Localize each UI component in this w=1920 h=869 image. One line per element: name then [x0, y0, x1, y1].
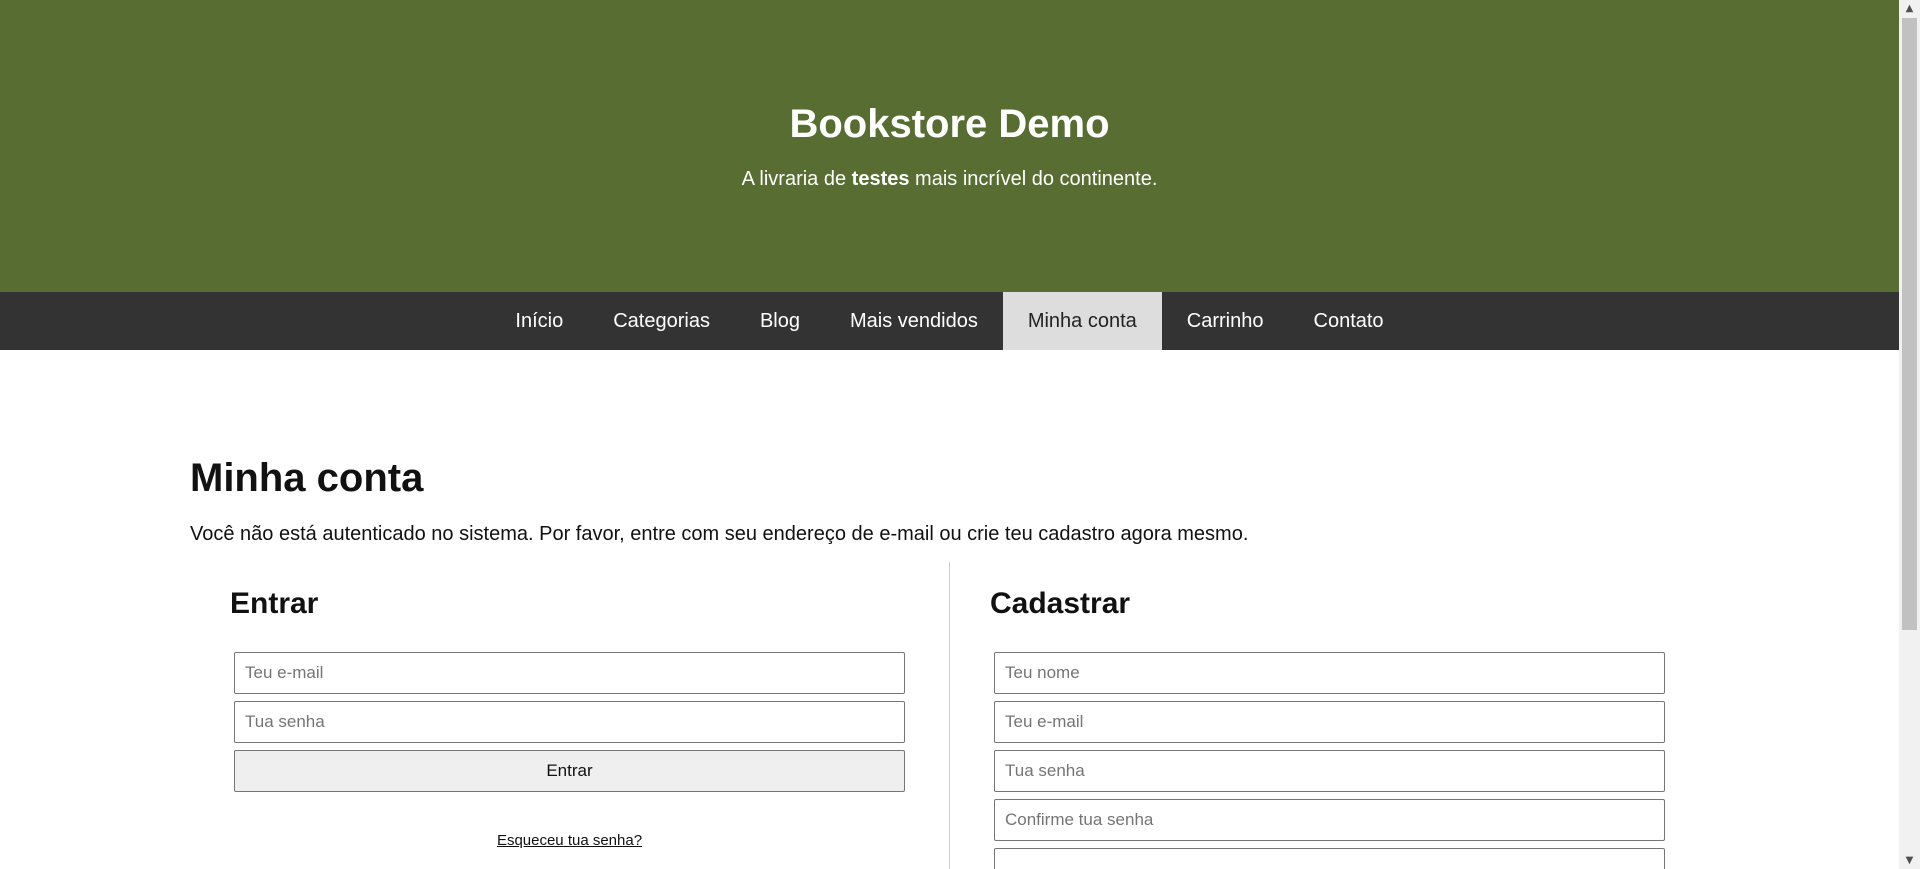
scrollbar-thumb[interactable]	[1902, 18, 1917, 630]
nav-item-categorias[interactable]: Categorias	[588, 292, 735, 350]
register-confirm-password-field[interactable]	[994, 799, 1665, 841]
tagline-start: A livraria de	[741, 168, 852, 190]
nav-item-mais-vendidos[interactable]: Mais vendidos	[825, 292, 1003, 350]
nav-item-carrinho[interactable]: Carrinho	[1162, 292, 1289, 350]
register-password-field[interactable]	[994, 750, 1665, 792]
login-email-field[interactable]	[234, 652, 905, 694]
register-section: Cadastrar	[950, 562, 1710, 869]
intro-text: Você não está autenticado no sistema. Po…	[190, 523, 1249, 545]
register-extra-field[interactable]	[994, 848, 1665, 869]
register-name-field[interactable]	[994, 652, 1665, 694]
login-button[interactable]: Entrar	[234, 750, 905, 792]
register-email-field[interactable]	[994, 701, 1665, 743]
page-title: Minha conta	[190, 456, 424, 500]
main-content: Minha conta Você não está autenticado no…	[0, 350, 1690, 869]
site-title: Bookstore Demo	[789, 102, 1110, 146]
login-section: Entrar Entrar Esqueceu tua senha?	[190, 562, 950, 869]
tagline-emphasis: testes	[851, 168, 910, 190]
site-header: Bookstore Demo A livraria de testes mais…	[0, 0, 1899, 292]
register-heading: Cadastrar	[990, 587, 1131, 620]
login-heading: Entrar	[230, 587, 319, 620]
forgot-password-link[interactable]: Esqueceu tua senha?	[234, 832, 905, 849]
tagline-end: mais incrível do continente.	[909, 168, 1158, 190]
nav-item-inicio[interactable]: Início	[490, 292, 588, 350]
page-scrollbar[interactable]: ▲ ▼	[1899, 0, 1920, 869]
nav-item-blog[interactable]: Blog	[735, 292, 825, 350]
site-tagline: A livraria de testes mais incrível do co…	[0, 167, 1899, 191]
page: Bookstore Demo A livraria de testes mais…	[0, 0, 1899, 869]
account-forms: Entrar Entrar Esqueceu tua senha? Cadast…	[190, 562, 1710, 869]
nav-item-minha-conta[interactable]: Minha conta	[1002, 292, 1162, 350]
scroll-up-icon[interactable]: ▲	[1899, 0, 1920, 17]
login-password-field[interactable]	[234, 701, 905, 743]
main-nav: Início Categorias Blog Mais vendidos Min…	[0, 292, 1899, 350]
nav-item-contato[interactable]: Contato	[1289, 292, 1409, 350]
scroll-down-icon[interactable]: ▼	[1899, 852, 1920, 869]
